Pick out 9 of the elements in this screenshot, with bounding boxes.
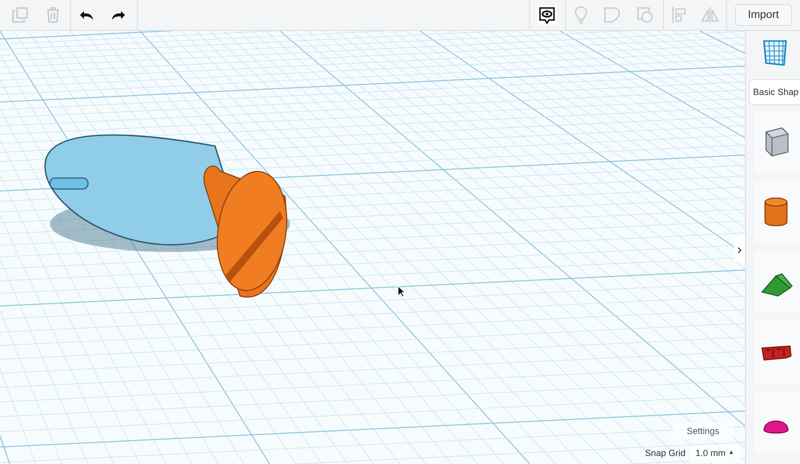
settings-button[interactable]: Settings (673, 423, 733, 440)
snap-grid-label: Snap Grid (645, 446, 686, 460)
workplane-icon[interactable] (762, 39, 788, 67)
eye-icon[interactable] (537, 5, 558, 25)
mouse-cursor-icon (397, 285, 406, 298)
collapse-panel-button[interactable]: › (734, 236, 745, 262)
import-button[interactable]: Import (734, 4, 792, 26)
workplane-grid[interactable] (0, 31, 745, 464)
shape-category-dropdown[interactable]: Basic Shap (749, 79, 800, 105)
